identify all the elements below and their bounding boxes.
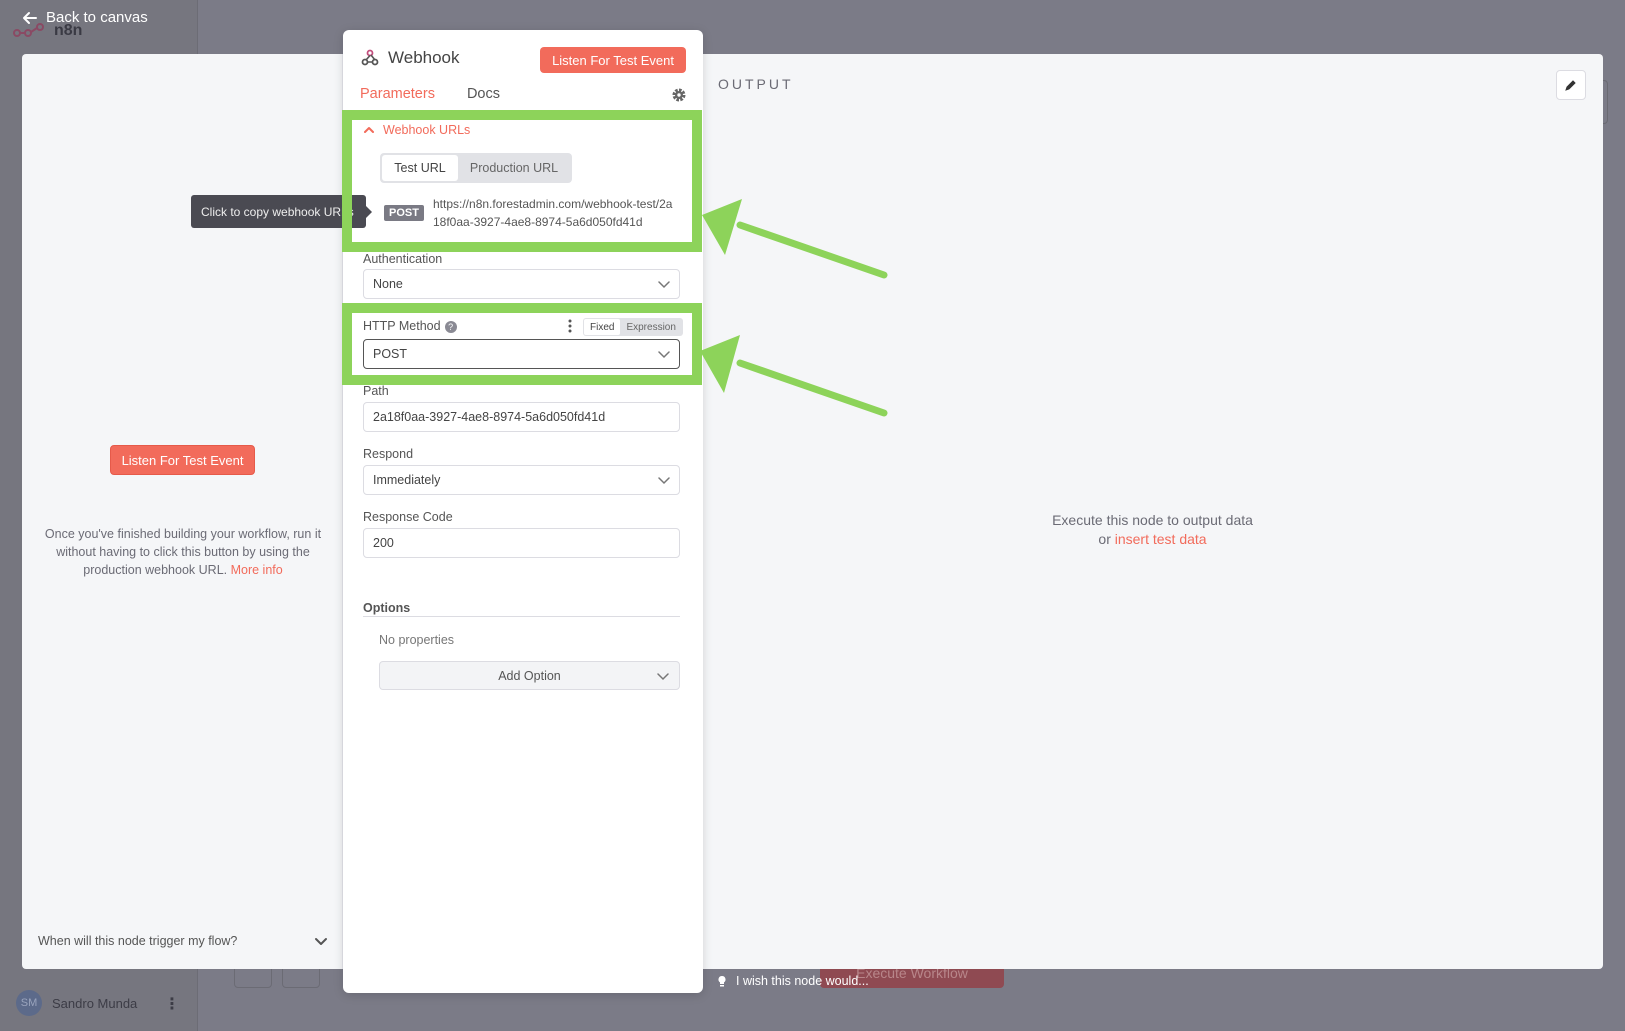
test-url-option[interactable]: Test URL bbox=[382, 155, 458, 181]
feedback-text: I wish this node would... bbox=[736, 974, 869, 988]
add-option-label: Add Option bbox=[498, 668, 561, 683]
add-option-button[interactable]: Add Option bbox=[379, 661, 680, 690]
listen-for-test-event-button[interactable]: Listen For Test Event bbox=[540, 47, 686, 73]
authentication-label: Authentication bbox=[363, 252, 443, 266]
node-title: Webhook bbox=[361, 48, 460, 68]
copy-url-tooltip: Click to copy webhook URLs bbox=[191, 195, 372, 228]
output-or-text: or bbox=[1098, 531, 1111, 547]
user-name: Sandro Munda bbox=[52, 995, 138, 1011]
edit-output-button[interactable] bbox=[1556, 70, 1586, 100]
http-method-label-text: HTTP Method bbox=[363, 319, 441, 333]
feedback-link[interactable]: I wish this node would... bbox=[716, 974, 869, 988]
output-empty-message: Execute this node to output data or inse… bbox=[1000, 511, 1305, 549]
trigger-question-label: When will this node trigger my flow? bbox=[38, 934, 238, 948]
expression-option[interactable]: Expression bbox=[620, 319, 681, 335]
tab-docs[interactable]: Docs bbox=[467, 86, 500, 102]
webhook-urls-title: Webhook URLs bbox=[383, 123, 471, 137]
chevron-down-icon bbox=[658, 477, 670, 485]
output-message-line: Execute this node to output data bbox=[1052, 512, 1253, 528]
chevron-down-icon bbox=[315, 938, 327, 945]
trigger-description: Once you've finished building your workf… bbox=[38, 525, 328, 579]
panel-tabs: Parameters Docs bbox=[360, 86, 500, 102]
more-options-icon[interactable] bbox=[568, 319, 572, 333]
http-method-label: HTTP Method? bbox=[363, 319, 457, 333]
chevron-down-icon bbox=[658, 281, 670, 289]
chevron-up-icon bbox=[364, 127, 374, 133]
fixed-option[interactable]: Fixed bbox=[584, 319, 621, 335]
webhook-urls-toggle[interactable]: Webhook URLs bbox=[363, 123, 470, 137]
path-input[interactable]: 2a18f0aa-3927-4ae8-8974-5a6d050fd41d bbox=[363, 402, 680, 432]
listen-for-test-event-button-left[interactable]: Listen For Test Event bbox=[110, 445, 255, 475]
fixed-expression-toggle: Fixed Expression bbox=[583, 318, 683, 336]
response-code-input[interactable]: 200 bbox=[363, 528, 680, 558]
respond-value: Immediately bbox=[373, 473, 441, 487]
http-method-select[interactable]: POST bbox=[363, 339, 680, 369]
respond-label: Respond bbox=[363, 447, 414, 461]
help-icon[interactable]: ? bbox=[444, 320, 457, 333]
path-value: 2a18f0aa-3927-4ae8-8974-5a6d050fd41d bbox=[373, 410, 606, 424]
output-title: OUTPUT bbox=[718, 76, 794, 92]
chevron-down-icon bbox=[657, 672, 669, 680]
http-method-value: POST bbox=[373, 347, 408, 361]
pencil-icon bbox=[1565, 80, 1576, 91]
url-type-toggle: Test URL Production URL bbox=[380, 153, 572, 183]
tab-parameters[interactable]: Parameters bbox=[360, 86, 435, 102]
options-divider bbox=[363, 616, 680, 617]
arrow-left-icon bbox=[23, 11, 37, 24]
no-properties-text: No properties bbox=[379, 633, 455, 647]
trigger-question-toggle[interactable]: When will this node trigger my flow? bbox=[38, 934, 328, 948]
more-info-link[interactable]: More info bbox=[231, 563, 283, 577]
method-badge: POST bbox=[384, 205, 424, 221]
node-details-modal bbox=[22, 54, 1603, 969]
respond-select[interactable]: Immediately bbox=[363, 465, 680, 495]
chevron-down-icon bbox=[658, 351, 670, 359]
lightbulb-icon bbox=[718, 975, 726, 987]
authentication-value: None bbox=[373, 277, 403, 291]
insert-test-data-link[interactable]: insert test data bbox=[1115, 531, 1207, 547]
response-code-label: Response Code bbox=[363, 510, 453, 524]
production-url-option[interactable]: Production URL bbox=[458, 155, 570, 181]
node-parameters-panel: Webhook Listen For Test Event Parameters… bbox=[343, 30, 703, 993]
webhook-url[interactable]: https://n8n.forestadmin.com/webhook-test… bbox=[433, 195, 673, 231]
options-label: Options bbox=[363, 601, 411, 615]
gear-icon[interactable] bbox=[671, 87, 687, 103]
user-profile[interactable]: SM Sandro Munda bbox=[16, 990, 137, 1016]
webhook-icon bbox=[361, 49, 379, 66]
avatar: SM bbox=[16, 990, 42, 1016]
back-to-canvas-link[interactable]: Back to canvas bbox=[22, 9, 148, 26]
response-code-value: 200 bbox=[373, 536, 394, 550]
user-menu-icon[interactable]: ⋮ bbox=[164, 994, 180, 1014]
path-label: Path bbox=[363, 384, 389, 398]
authentication-select[interactable]: None bbox=[363, 269, 680, 299]
node-title-text: Webhook bbox=[388, 48, 460, 67]
back-to-canvas-label: Back to canvas bbox=[46, 9, 148, 26]
